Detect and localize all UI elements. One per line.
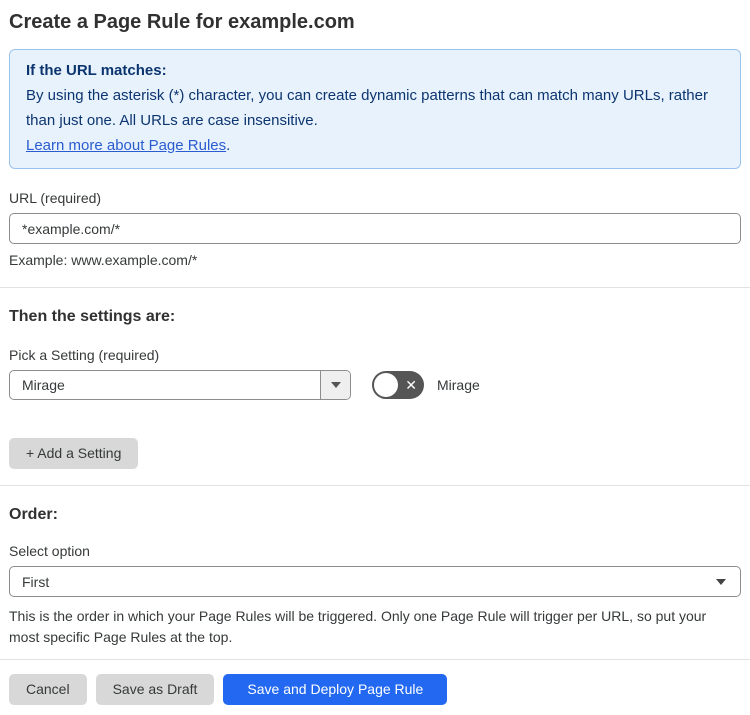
- info-box-heading: If the URL matches:: [26, 62, 167, 79]
- settings-section-heading: Then the settings are:: [9, 308, 176, 325]
- page-title: Create a Page Rule for example.com: [9, 11, 355, 33]
- create-page-rule-panel: Create a Page Rule for example.com If th…: [0, 0, 750, 715]
- url-field-label: URL (required): [9, 190, 102, 206]
- cancel-button[interactable]: Cancel: [9, 674, 87, 705]
- toggle-setting-label: Mirage: [437, 377, 480, 393]
- divider: [0, 287, 750, 288]
- setting-select-value: Mirage: [22, 377, 65, 393]
- chevron-down-icon: [330, 382, 341, 388]
- divider: [0, 659, 750, 660]
- info-box-link-line: Learn more about Page Rules.: [26, 133, 724, 158]
- add-setting-button[interactable]: + Add a Setting: [9, 438, 139, 469]
- setting-row: Mirage ✕ Mirage: [9, 370, 741, 400]
- footer-button-row: Cancel Save as Draft Save and Deploy Pag…: [9, 674, 741, 705]
- divider: [0, 485, 750, 486]
- url-input[interactable]: [9, 213, 741, 244]
- order-select[interactable]: First: [9, 566, 741, 597]
- pick-setting-label: Pick a Setting (required): [9, 347, 160, 363]
- url-matches-info-box: If the URL matches: By using the asteris…: [9, 49, 741, 169]
- setting-select[interactable]: Mirage: [9, 370, 351, 400]
- mirage-toggle[interactable]: ✕: [372, 371, 424, 399]
- setting-select-arrow-button[interactable]: [320, 371, 350, 399]
- learn-more-link[interactable]: Learn more about Page Rules: [26, 137, 226, 154]
- toggle-off-x-icon: ✕: [405, 377, 417, 393]
- info-box-body: By using the asterisk (*) character, you…: [26, 87, 708, 129]
- order-helper-text: This is the order in which your Page Rul…: [9, 608, 707, 645]
- order-select-label: Select option: [9, 543, 90, 559]
- save-and-deploy-button[interactable]: Save and Deploy Page Rule: [223, 674, 448, 705]
- chevron-down-icon: [716, 578, 726, 585]
- order-select-value: First: [22, 573, 50, 590]
- save-as-draft-button[interactable]: Save as Draft: [95, 674, 215, 705]
- toggle-knob: [374, 373, 398, 397]
- order-section-heading: Order:: [9, 506, 58, 523]
- link-suffix: .: [226, 137, 231, 154]
- url-example-text: Example: www.example.com/*: [9, 252, 198, 268]
